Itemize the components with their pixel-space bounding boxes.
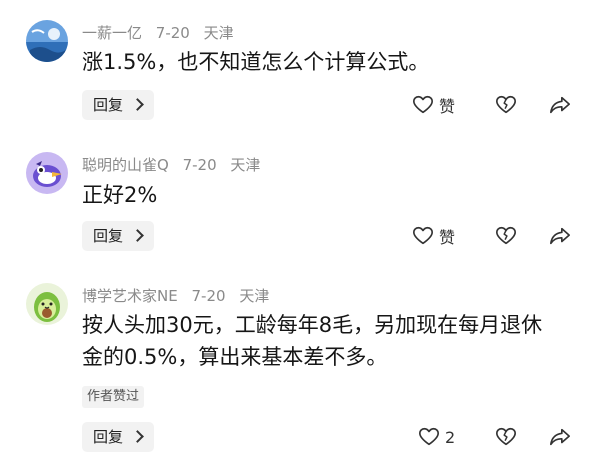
like-button[interactable]: 2 — [418, 422, 455, 452]
comment-actions: 赞 — [408, 221, 588, 251]
comment-meta: 聪明的山雀Q 7-20 天津 — [82, 155, 269, 175]
blue-sky-avatar-icon — [26, 20, 68, 62]
comment-meta: 一薪一亿 7-20 天津 — [82, 23, 243, 43]
avocado-avatar-icon — [26, 283, 68, 325]
avatar[interactable] — [26, 283, 68, 325]
comment-actions: 赞 — [408, 90, 588, 120]
username[interactable]: 博学艺术家NE — [82, 287, 178, 305]
share-icon — [550, 96, 570, 114]
reply-button[interactable]: 回复 — [82, 422, 154, 452]
share-button[interactable] — [549, 221, 571, 251]
chevron-right-icon — [131, 229, 144, 242]
username[interactable]: 聪明的山雀Q — [82, 156, 169, 174]
heart-icon — [413, 226, 433, 245]
comment-text: 正好2% — [82, 183, 158, 207]
author-liked-badge: 作者赞过 — [82, 386, 145, 408]
broken-heart-icon — [496, 95, 516, 114]
dislike-button[interactable] — [495, 221, 517, 251]
chevron-right-icon — [131, 430, 144, 443]
comment-location: 天津 — [239, 287, 270, 305]
share-button[interactable] — [549, 90, 571, 120]
heart-icon — [419, 427, 439, 446]
dislike-button[interactable] — [495, 90, 517, 120]
share-icon — [550, 428, 570, 446]
cartoon-bird-avatar-icon — [26, 152, 68, 194]
comment-location: 天津 — [203, 24, 234, 42]
like-count: 2 — [445, 427, 456, 447]
share-button[interactable] — [549, 422, 571, 452]
comment-meta: 博学艺术家NE 7-20 天津 — [82, 286, 278, 306]
comment-text: 按人头加30元，工龄每年8毛，另加现在每月退休金的0.5%，算出来基本差不多。 — [82, 313, 543, 369]
reply-button[interactable]: 回复 — [82, 90, 154, 120]
comment-text: 涨1.5%，也不知道怎么个计算公式。 — [82, 50, 430, 74]
reply-label: 回复 — [93, 96, 124, 114]
comment-date: 7-20 — [182, 156, 217, 174]
avatar[interactable] — [26, 152, 68, 194]
like-button[interactable]: 赞 — [412, 221, 455, 251]
broken-heart-icon — [496, 427, 516, 446]
comment-date: 7-20 — [191, 287, 226, 305]
like-button[interactable]: 赞 — [412, 90, 455, 120]
avatar[interactable] — [26, 20, 68, 62]
reply-button[interactable]: 回复 — [82, 221, 154, 251]
comment-date: 7-20 — [155, 24, 190, 42]
heart-icon — [413, 95, 433, 114]
reply-label: 回复 — [93, 428, 124, 446]
share-icon — [550, 227, 570, 245]
comment-list: 一薪一亿 7-20 天津 涨1.5%，也不知道怎么个计算公式。 回复 赞 聪明的… — [0, 0, 600, 470]
username[interactable]: 一薪一亿 — [82, 24, 142, 42]
like-label: 赞 — [439, 97, 456, 116]
comment-location: 天津 — [230, 156, 261, 174]
comment-actions: 2 — [408, 422, 588, 452]
like-label: 赞 — [439, 228, 456, 247]
chevron-right-icon — [131, 98, 144, 111]
dislike-button[interactable] — [495, 422, 517, 452]
reply-label: 回复 — [93, 227, 124, 245]
broken-heart-icon — [496, 226, 516, 245]
